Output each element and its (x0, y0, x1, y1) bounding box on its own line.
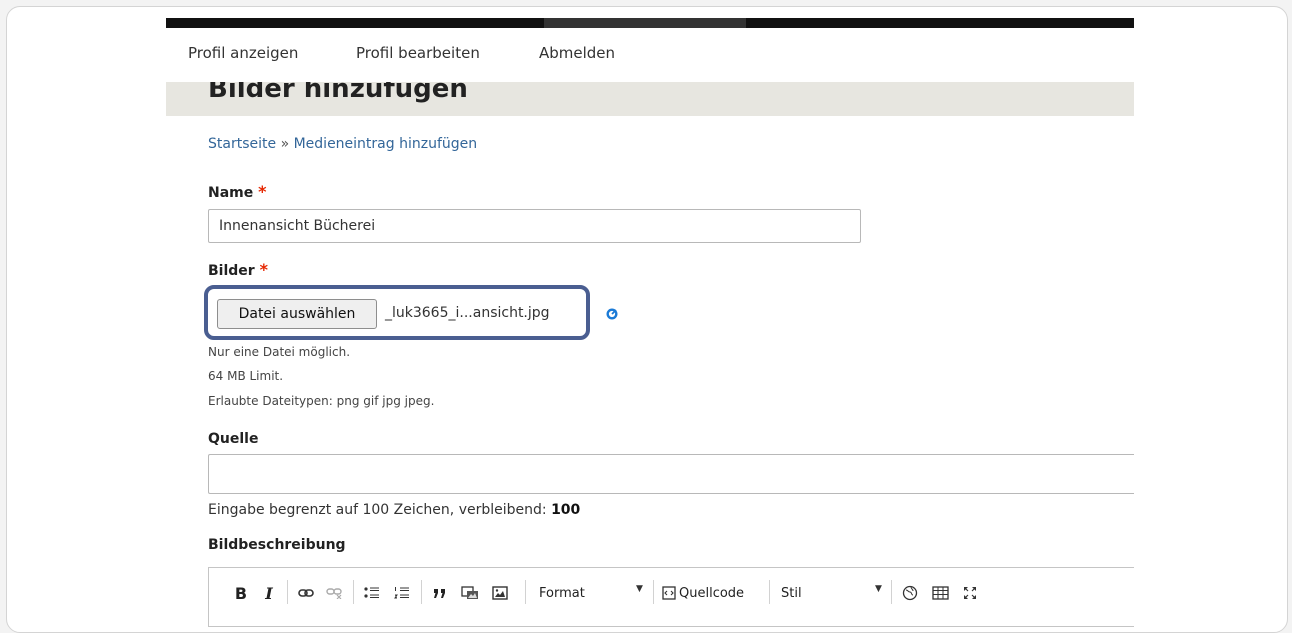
breadcrumb-home-link[interactable]: Startseite (208, 136, 276, 152)
format-dropdown[interactable]: Format (539, 582, 609, 604)
bulleted-list-icon[interactable] (359, 582, 385, 604)
toolbar-separator (287, 580, 288, 604)
admin-toolbar-active-tab[interactable] (544, 18, 746, 28)
toolbar-separator (769, 580, 770, 604)
name-input[interactable] (208, 209, 861, 243)
breadcrumb-separator: » (280, 136, 290, 152)
editor-toolbar: B I Format ▼ Quellcode Stil ▼ (208, 567, 1134, 627)
toolbar-separator (421, 580, 422, 604)
source-code-icon[interactable] (659, 582, 679, 604)
name-label-text: Name (208, 185, 254, 201)
selected-file-name: _luk3665_i...ansicht.jpg (385, 305, 550, 321)
source-label: Quelle (208, 431, 259, 447)
blockquote-icon[interactable] (427, 582, 453, 604)
view-profile-link[interactable]: Profil anzeigen (188, 44, 298, 62)
page-content: Profil anzeigen Profil bearbeiten Abmeld… (166, 7, 1134, 632)
edit-profile-link[interactable]: Profil bearbeiten (356, 44, 480, 62)
counter-text: Eingabe begrenzt auf 100 Zeichen, verble… (208, 502, 552, 518)
style-dropdown[interactable]: Stil (781, 582, 841, 604)
name-label: Name * (208, 182, 267, 201)
logout-link[interactable]: Abmelden (539, 44, 615, 62)
help-one-file: Nur eine Datei möglich. (208, 345, 351, 359)
numbered-list-icon[interactable] (389, 582, 415, 604)
breadcrumb-current-link[interactable]: Medieneintrag hinzufügen (294, 136, 478, 152)
table-icon[interactable] (927, 582, 953, 604)
toolbar-separator (525, 580, 526, 604)
style-dropdown-arrow-icon[interactable]: ▼ (875, 584, 882, 594)
maximize-icon[interactable] (957, 582, 983, 604)
images-label: Bilder * (208, 260, 268, 279)
globe-icon[interactable] (897, 582, 923, 604)
counter-value: 100 (551, 502, 581, 518)
help-size-limit: 64 MB Limit. (208, 369, 284, 383)
toolbar-separator (353, 580, 354, 604)
image-description-label: Bildbeschreibung (208, 537, 346, 553)
required-marker: * (258, 182, 267, 201)
link-icon[interactable] (293, 582, 319, 604)
bold-button[interactable]: B (231, 582, 251, 604)
breadcrumb: Startseite » Medieneintrag hinzufügen (208, 136, 477, 152)
image-embed-icon[interactable] (457, 582, 483, 604)
toolbar-separator (653, 580, 654, 604)
format-dropdown-arrow-icon[interactable]: ▼ (636, 584, 643, 594)
source-character-counter: Eingabe begrenzt auf 100 Zeichen, verble… (208, 502, 580, 518)
choose-file-button[interactable]: Datei auswählen (217, 299, 377, 329)
images-label-text: Bilder (208, 263, 255, 279)
browser-frame: Profil anzeigen Profil bearbeiten Abmeld… (6, 6, 1288, 633)
toolbar-separator (891, 580, 892, 604)
page-title: Bilder hinzufügen (208, 82, 468, 104)
source-input[interactable] (208, 454, 1134, 494)
user-navigation: Profil anzeigen Profil bearbeiten Abmeld… (166, 28, 1134, 82)
source-code-button[interactable]: Quellcode (679, 582, 769, 604)
help-file-types: Erlaubte Dateitypen: png gif jpg jpeg. (208, 394, 435, 408)
unlink-icon[interactable] (321, 582, 347, 604)
required-marker: * (259, 260, 268, 279)
italic-button[interactable]: I (259, 582, 279, 604)
page-title-band: Bilder hinzufügen (166, 82, 1134, 116)
image-icon[interactable] (487, 582, 513, 604)
loading-spinner-icon (606, 308, 618, 320)
